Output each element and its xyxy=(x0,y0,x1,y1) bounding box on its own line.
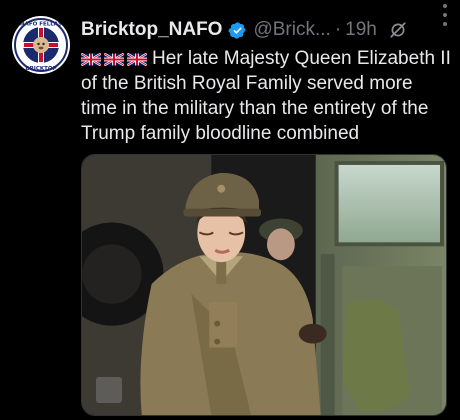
grok-icon[interactable] xyxy=(389,21,407,39)
photo-image xyxy=(82,155,446,415)
tweet-text-container: Her late Majesty Queen Elizabeth II of t… xyxy=(81,46,451,146)
tweet-header: Bricktop_NAFO @Brick... · 19h xyxy=(81,15,452,45)
verified-badge-icon[interactable] xyxy=(228,21,247,40)
more-options-icon[interactable] xyxy=(442,4,448,26)
union-jack-flag-icon xyxy=(127,53,147,66)
union-jack-flag-icon xyxy=(104,53,124,66)
avatar-label-top: NAFO FELLAS xyxy=(20,22,62,28)
tweet[interactable]: NAFO FELLAS BRICKTOP Bricktop_NAFO @Bric… xyxy=(0,0,460,420)
avatar[interactable]: NAFO FELLAS BRICKTOP xyxy=(12,16,70,74)
tweet-timestamp[interactable]: 19h xyxy=(345,19,377,41)
photo-watermark xyxy=(96,377,122,403)
separator-dot: · xyxy=(334,19,342,40)
author-display-name[interactable]: Bricktop_NAFO xyxy=(81,19,222,41)
nafo-badge-icon: NAFO FELLAS BRICKTOP xyxy=(13,17,69,73)
flag-emojis xyxy=(81,53,147,66)
avatar-label-bottom: BRICKTOP xyxy=(25,66,56,72)
author-handle[interactable]: @Brick... xyxy=(253,19,330,41)
union-jack-flag-icon xyxy=(81,53,101,66)
tweet-photo[interactable] xyxy=(81,154,447,416)
